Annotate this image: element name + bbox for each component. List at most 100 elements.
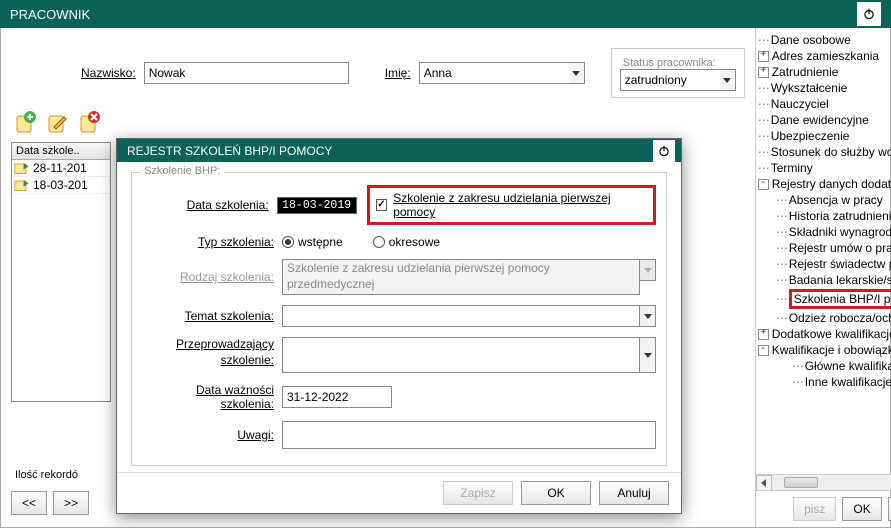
edit-icon[interactable] [43,108,71,136]
tree-label: Dane ewidencyjne [771,113,869,127]
scroll-thumb-h[interactable] [784,477,818,488]
scroll-left-icon[interactable] [756,475,772,491]
grid-column-header[interactable]: Data szkole.. [12,143,110,160]
training-modal: REJESTR SZKOLEŃ BHP/I POMOCY Szkolenie B… [116,138,682,514]
row-icon [14,178,30,192]
notes-label: Uwagi: [142,428,282,442]
status-dropdown-icon[interactable] [720,69,736,91]
tree-item[interactable]: ⋯Ubezpieczenie [758,128,891,144]
tree-item[interactable]: ⋯Nauczyciel [758,96,891,112]
status-input[interactable] [620,69,720,91]
training-kind-label: Rodzaj szkolenia: [142,270,282,284]
tree-item[interactable]: ⋯Absencja w pracy [776,192,891,208]
modal-ok-button[interactable]: OK [521,481,591,505]
radio-wstepne[interactable] [282,236,294,248]
tree-item[interactable]: +Adres zamieszkania [758,48,891,64]
topic-dropdown-icon[interactable] [640,305,656,327]
table-row[interactable]: 18-03-201 [12,177,110,194]
tree-item[interactable]: +Zatrudnienie [758,64,891,80]
firstname-input[interactable] [419,62,569,84]
tree-label: Główne kwalifikacje [805,359,891,373]
first-aid-checkbox[interactable] [376,199,388,211]
toolbar [11,108,745,136]
scroll-track-h[interactable] [772,475,891,490]
tree-item[interactable]: ⋯Dane osobowe [758,32,891,48]
window-title: PRACOWNIK [10,7,90,22]
tree-item[interactable]: ⋯Stosunek do służby wojskowe [758,144,891,160]
tree-item[interactable]: ⋯Główne kwalifikacje [792,358,891,374]
tree-item[interactable]: ⋯Szkolenia BHP/I pomoc [776,288,891,310]
tree-dash-icon: ⋯ [758,161,768,175]
firstname-dropdown-icon[interactable] [569,62,585,84]
surname-input[interactable] [144,62,349,84]
next-page-button[interactable]: >> [53,491,89,515]
expander-icon[interactable]: - [758,179,769,190]
expander-icon[interactable]: + [758,67,769,78]
tree-item[interactable]: -Rejestry danych dodatkowych [758,176,891,192]
status-legend: Status pracownika: [620,57,719,69]
notes-input[interactable] [282,421,656,449]
radio-okresowe[interactable] [373,236,385,248]
training-kind-input: Szkolenie z zakresu udzielania pierwszej… [282,259,640,295]
first-aid-highlight: Szkolenie z zakresu udzielania pierwszej… [367,185,656,225]
tree-item[interactable]: ⋯Wykształcenie [758,80,891,96]
table-row[interactable]: 28-11-201 [12,160,110,177]
tree-item[interactable]: ⋯Rejestr świadectw pracy [776,256,891,272]
training-fieldset: Szkolenie BHP: Data szkolenia: Szkolenie… [131,172,667,466]
tree-item[interactable]: ⋯Badania lekarskie/sanepid [776,272,891,288]
training-date-input[interactable] [277,197,357,214]
tree-label: Dodatkowe kwalifikacje/S [772,327,891,341]
training-grid: Data szkole.. 28-11-20118-03-201 [11,142,111,402]
tree-label: Historia zatrudnienia [789,209,891,223]
tree-item[interactable]: -Kwalifikacje i obowiązki n [758,342,891,358]
expiry-input[interactable] [282,386,392,408]
tree-label: Rejestry danych dodatkowych [772,177,891,191]
modal-cancel-button[interactable]: Anuluj [599,481,669,505]
expander-icon[interactable]: + [758,329,769,340]
tree-label: Badania lekarskie/sanepid [789,273,891,287]
tree-label: Rejestr świadectw pracy [789,257,891,271]
tree-item[interactable]: +Dodatkowe kwalifikacje/S [758,326,891,342]
tree-dash-icon: ⋯ [776,292,786,306]
tree-label: Dane osobowe [771,33,851,47]
close-icon[interactable] [857,2,881,26]
topic-input[interactable] [282,305,640,327]
main-window-header: PRACOWNIK [0,0,891,28]
horizontal-scrollbar[interactable] [756,474,891,490]
tree-dash-icon: ⋯ [776,193,786,207]
tree-label: Kwalifikacje i obowiązki n [772,343,891,357]
tree-label: Szkolenia BHP/I pomoc [789,289,891,309]
record-count-label: Ilość rekordó [15,469,78,481]
expander-icon[interactable]: + [758,51,769,62]
tree-item[interactable]: ⋯Składniki wynagrodzenia [776,224,891,240]
tree-item[interactable]: ⋯Terminy [758,160,891,176]
add-icon[interactable] [11,108,39,136]
tree-item[interactable]: ⋯Dane ewidencyjne [758,112,891,128]
tree-item[interactable]: ⋯Rejestr umów o pracę [776,240,891,256]
expander-icon[interactable]: - [758,345,769,356]
conductor-input[interactable] [282,337,640,373]
right-pane: ⋯Dane osobowe+Adres zamieszkania+Zatrudn… [755,28,891,527]
tree-item[interactable]: ⋯Odzież robocza/ochronna [776,310,891,326]
tree-label: Stosunek do służby wojskowe [771,145,891,159]
tree-label: Absencja w pracy [789,193,883,207]
firstname-label: Imię: [385,66,411,80]
tree-dash-icon: ⋯ [758,97,768,111]
modal-save-button: Zapisz [443,481,513,505]
delete-icon[interactable] [75,108,103,136]
modal-close-icon[interactable] [653,140,675,162]
tree-item[interactable]: ⋯Inne kwalifikacje [792,374,891,390]
tree-dash-icon: ⋯ [758,145,768,159]
tree-item[interactable]: ⋯Historia zatrudnienia [776,208,891,224]
row-date: 18-03-201 [33,178,88,192]
right-footer: pisz OK Anuluj [756,490,891,527]
radio-wstepne-label: wstępne [298,235,343,249]
first-page-button[interactable]: << [11,491,47,515]
tree-label: Ubezpieczenie [771,129,850,143]
modal-footer: Zapisz OK Anuluj [117,472,681,513]
tree-label: Zatrudnienie [772,65,839,79]
tree-dash-icon: ⋯ [758,33,768,47]
conductor-dropdown-icon[interactable] [640,337,656,373]
first-aid-label: Szkolenie z zakresu udzielania pierwszej… [393,191,645,219]
right-ok-button[interactable]: OK [842,497,881,521]
